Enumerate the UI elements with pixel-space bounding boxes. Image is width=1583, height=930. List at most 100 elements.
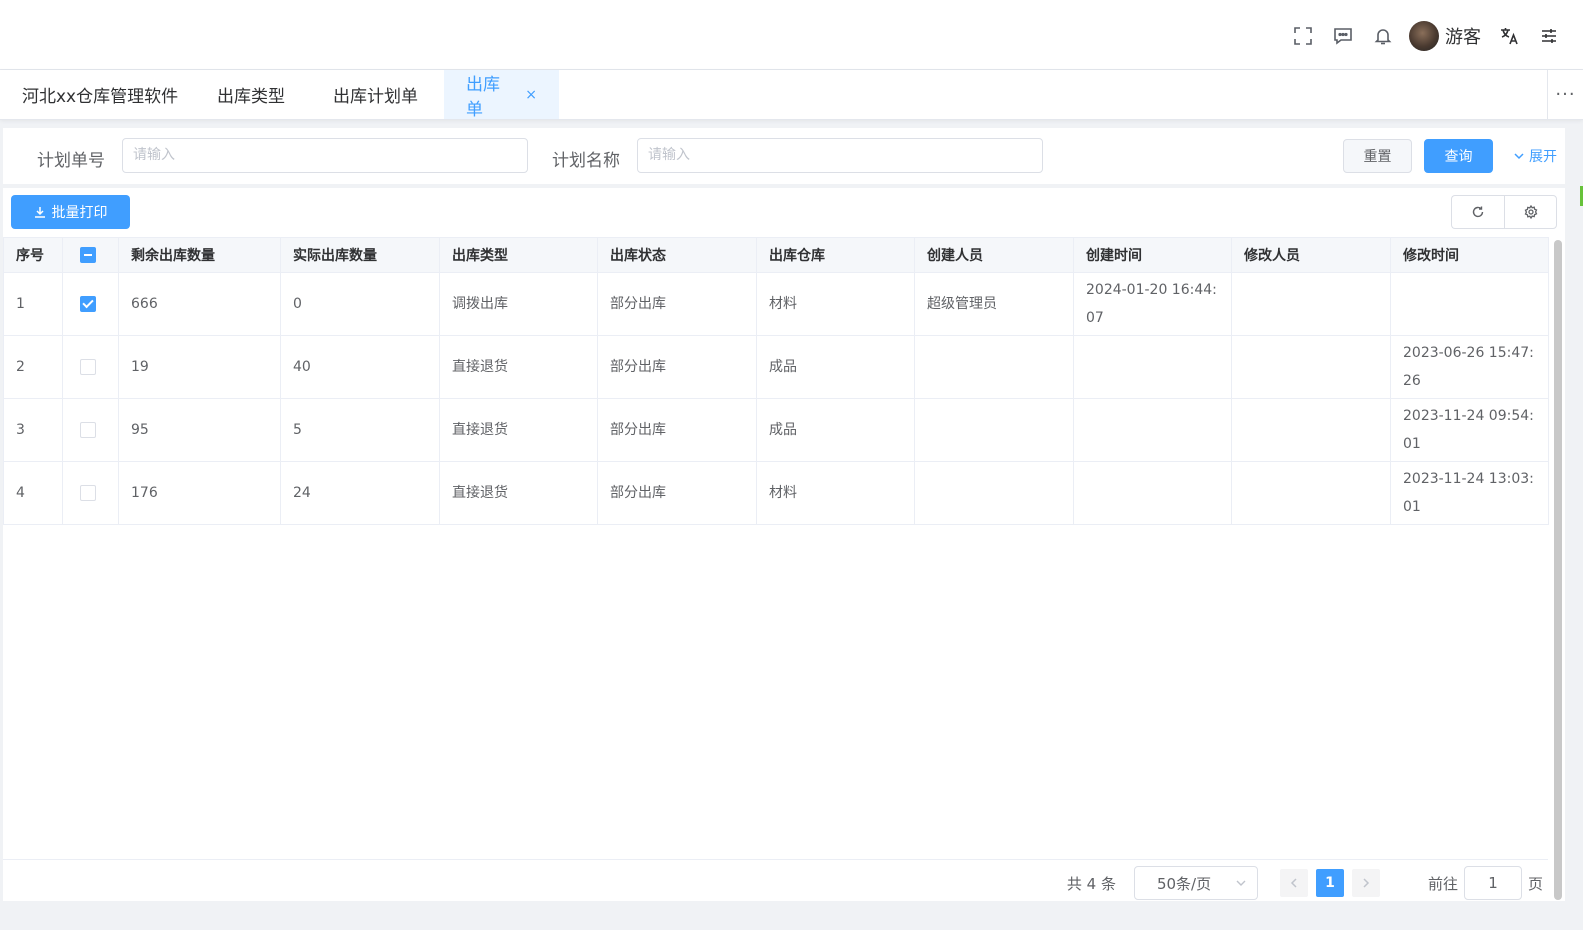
goto-page-input[interactable]: 1 [1463, 866, 1522, 900]
message-icon[interactable] [1323, 18, 1363, 54]
row-checkbox[interactable] [80, 296, 96, 312]
cell-modifier [1231, 398, 1391, 462]
cell-creator [914, 335, 1074, 399]
expand-label: 展开 [1529, 149, 1557, 165]
translate-icon[interactable] [1489, 18, 1529, 54]
cell-status: 部分出库 [597, 335, 757, 399]
tab-outbound-plan[interactable]: 出库计划单 [311, 70, 440, 119]
search-form: 计划单号 请输入 计划名称 请输入 重置 查询 展开 [3, 128, 1565, 184]
user-menu[interactable]: 游客 [1409, 21, 1481, 51]
cell-created [1073, 335, 1232, 399]
cell-no: 1 [3, 272, 63, 336]
cell-no: 4 [3, 461, 63, 525]
refresh-icon [1472, 206, 1484, 218]
column-header-select [62, 237, 119, 273]
cell-remaining: 19 [118, 335, 281, 399]
cell-remaining: 666 [118, 272, 281, 336]
cell-modifier [1231, 272, 1391, 336]
vertical-scrollbar[interactable] [1554, 240, 1562, 900]
top-header: 游客 [0, 0, 1583, 70]
plan-name-label: 计划名称 [552, 151, 620, 171]
cell-status: 部分出库 [597, 272, 757, 336]
cell-no: 3 [3, 398, 63, 462]
bell-icon[interactable] [1363, 18, 1403, 54]
plan-number-input[interactable]: 请输入 [122, 138, 528, 173]
cell-modifier [1231, 461, 1391, 525]
prev-page-button[interactable] [1279, 869, 1308, 897]
divider [3, 859, 1548, 860]
tab-home[interactable]: 河北xx仓库管理软件 [0, 70, 200, 119]
column-header: 创建人员 [914, 237, 1074, 273]
column-header: 剩余出库数量 [118, 237, 281, 273]
tab-label: 出库计划单 [333, 87, 418, 107]
settings-sliders-icon[interactable] [1529, 18, 1569, 54]
cell-actual: 24 [280, 461, 440, 525]
cell-warehouse: 成品 [756, 398, 915, 462]
table-row[interactable]: 1 666 0 调拨出库 部分出库 材料 超级管理员 2024-01-20 16… [3, 272, 1549, 336]
column-settings-button[interactable] [1504, 195, 1557, 229]
row-checkbox[interactable] [80, 485, 96, 501]
page-size-select[interactable]: 50条/页 [1133, 866, 1258, 900]
fullscreen-icon[interactable] [1283, 18, 1323, 54]
batch-print-label: 批量打印 [51, 205, 108, 221]
cell-select [62, 272, 119, 336]
cell-type: 直接退货 [439, 461, 598, 525]
cell-status: 部分出库 [597, 398, 757, 462]
cell-no: 2 [3, 335, 63, 399]
batch-print-button[interactable]: 批量打印 [11, 195, 130, 229]
reset-button[interactable]: 重置 [1343, 139, 1412, 173]
column-header: 出库仓库 [756, 237, 915, 273]
tab-outbound-order[interactable]: 出库单 × [444, 70, 559, 120]
total-count: 共 4 条 [1066, 874, 1116, 893]
cell-select [62, 461, 119, 525]
chevron-down-icon [1514, 153, 1524, 160]
next-page-button[interactable] [1351, 869, 1380, 897]
gear-icon [1524, 205, 1537, 219]
column-header: 实际出库数量 [280, 237, 440, 273]
table-row[interactable]: 2 19 40 直接退货 部分出库 成品 2023-06-26 15:47:26 [3, 335, 1549, 399]
cell-creator: 超级管理员 [914, 272, 1074, 336]
cell-creator [914, 461, 1074, 525]
row-checkbox[interactable] [80, 359, 96, 375]
download-icon [34, 207, 45, 218]
chevron-down-icon [1235, 877, 1247, 892]
cell-status: 部分出库 [597, 461, 757, 525]
close-icon[interactable]: × [525, 87, 537, 103]
column-header: 创建时间 [1073, 237, 1232, 273]
cell-modified: 2023-11-24 13:03:01 [1390, 461, 1549, 525]
expand-toggle[interactable]: 展开 [1513, 146, 1557, 166]
row-checkbox[interactable] [80, 422, 96, 438]
select-all-checkbox[interactable] [80, 247, 96, 263]
cell-modifier [1231, 335, 1391, 399]
table-panel: 批量打印 序号 剩余出库数量 实际出库数量 出库类型 出库状态 出库仓库 创建人… [3, 188, 1565, 901]
table-tools [1451, 195, 1557, 229]
cell-actual: 0 [280, 272, 440, 336]
cell-warehouse: 材料 [756, 461, 915, 525]
tab-label: 河北xx仓库管理软件 [22, 87, 179, 107]
cell-modified [1390, 272, 1549, 336]
table-row[interactable]: 3 95 5 直接退货 部分出库 成品 2023-11-24 09:54:01 [3, 398, 1549, 462]
page-number[interactable]: 1 [1315, 869, 1344, 897]
outbound-table: 序号 剩余出库数量 实际出库数量 出库类型 出库状态 出库仓库 创建人员 创建时… [3, 237, 1549, 525]
table-row[interactable]: 4 176 24 直接退货 部分出库 材料 2023-11-24 13:03:0… [3, 461, 1549, 525]
table-header-row: 序号 剩余出库数量 实际出库数量 出库类型 出库状态 出库仓库 创建人员 创建时… [3, 237, 1549, 273]
more-icon[interactable]: ··· [1547, 70, 1583, 119]
bottom-strip [0, 911, 1583, 930]
column-header: 序号 [3, 237, 63, 273]
cell-actual: 5 [280, 398, 440, 462]
refresh-button[interactable] [1451, 195, 1504, 229]
query-button[interactable]: 查询 [1424, 139, 1493, 173]
cell-type: 直接退货 [439, 335, 598, 399]
tab-outbound-type[interactable]: 出库类型 [195, 70, 307, 119]
cell-remaining: 176 [118, 461, 281, 525]
tab-label: 出库单 [466, 74, 500, 120]
goto-prefix: 前往 [1427, 874, 1458, 893]
cell-warehouse: 成品 [756, 335, 915, 399]
plan-number-label: 计划单号 [37, 151, 105, 171]
cell-actual: 40 [280, 335, 440, 399]
column-header: 出库状态 [597, 237, 757, 273]
column-header: 修改人员 [1231, 237, 1391, 273]
cell-type: 直接退货 [439, 398, 598, 462]
plan-name-input[interactable]: 请输入 [637, 138, 1043, 173]
column-header: 修改时间 [1390, 237, 1549, 273]
